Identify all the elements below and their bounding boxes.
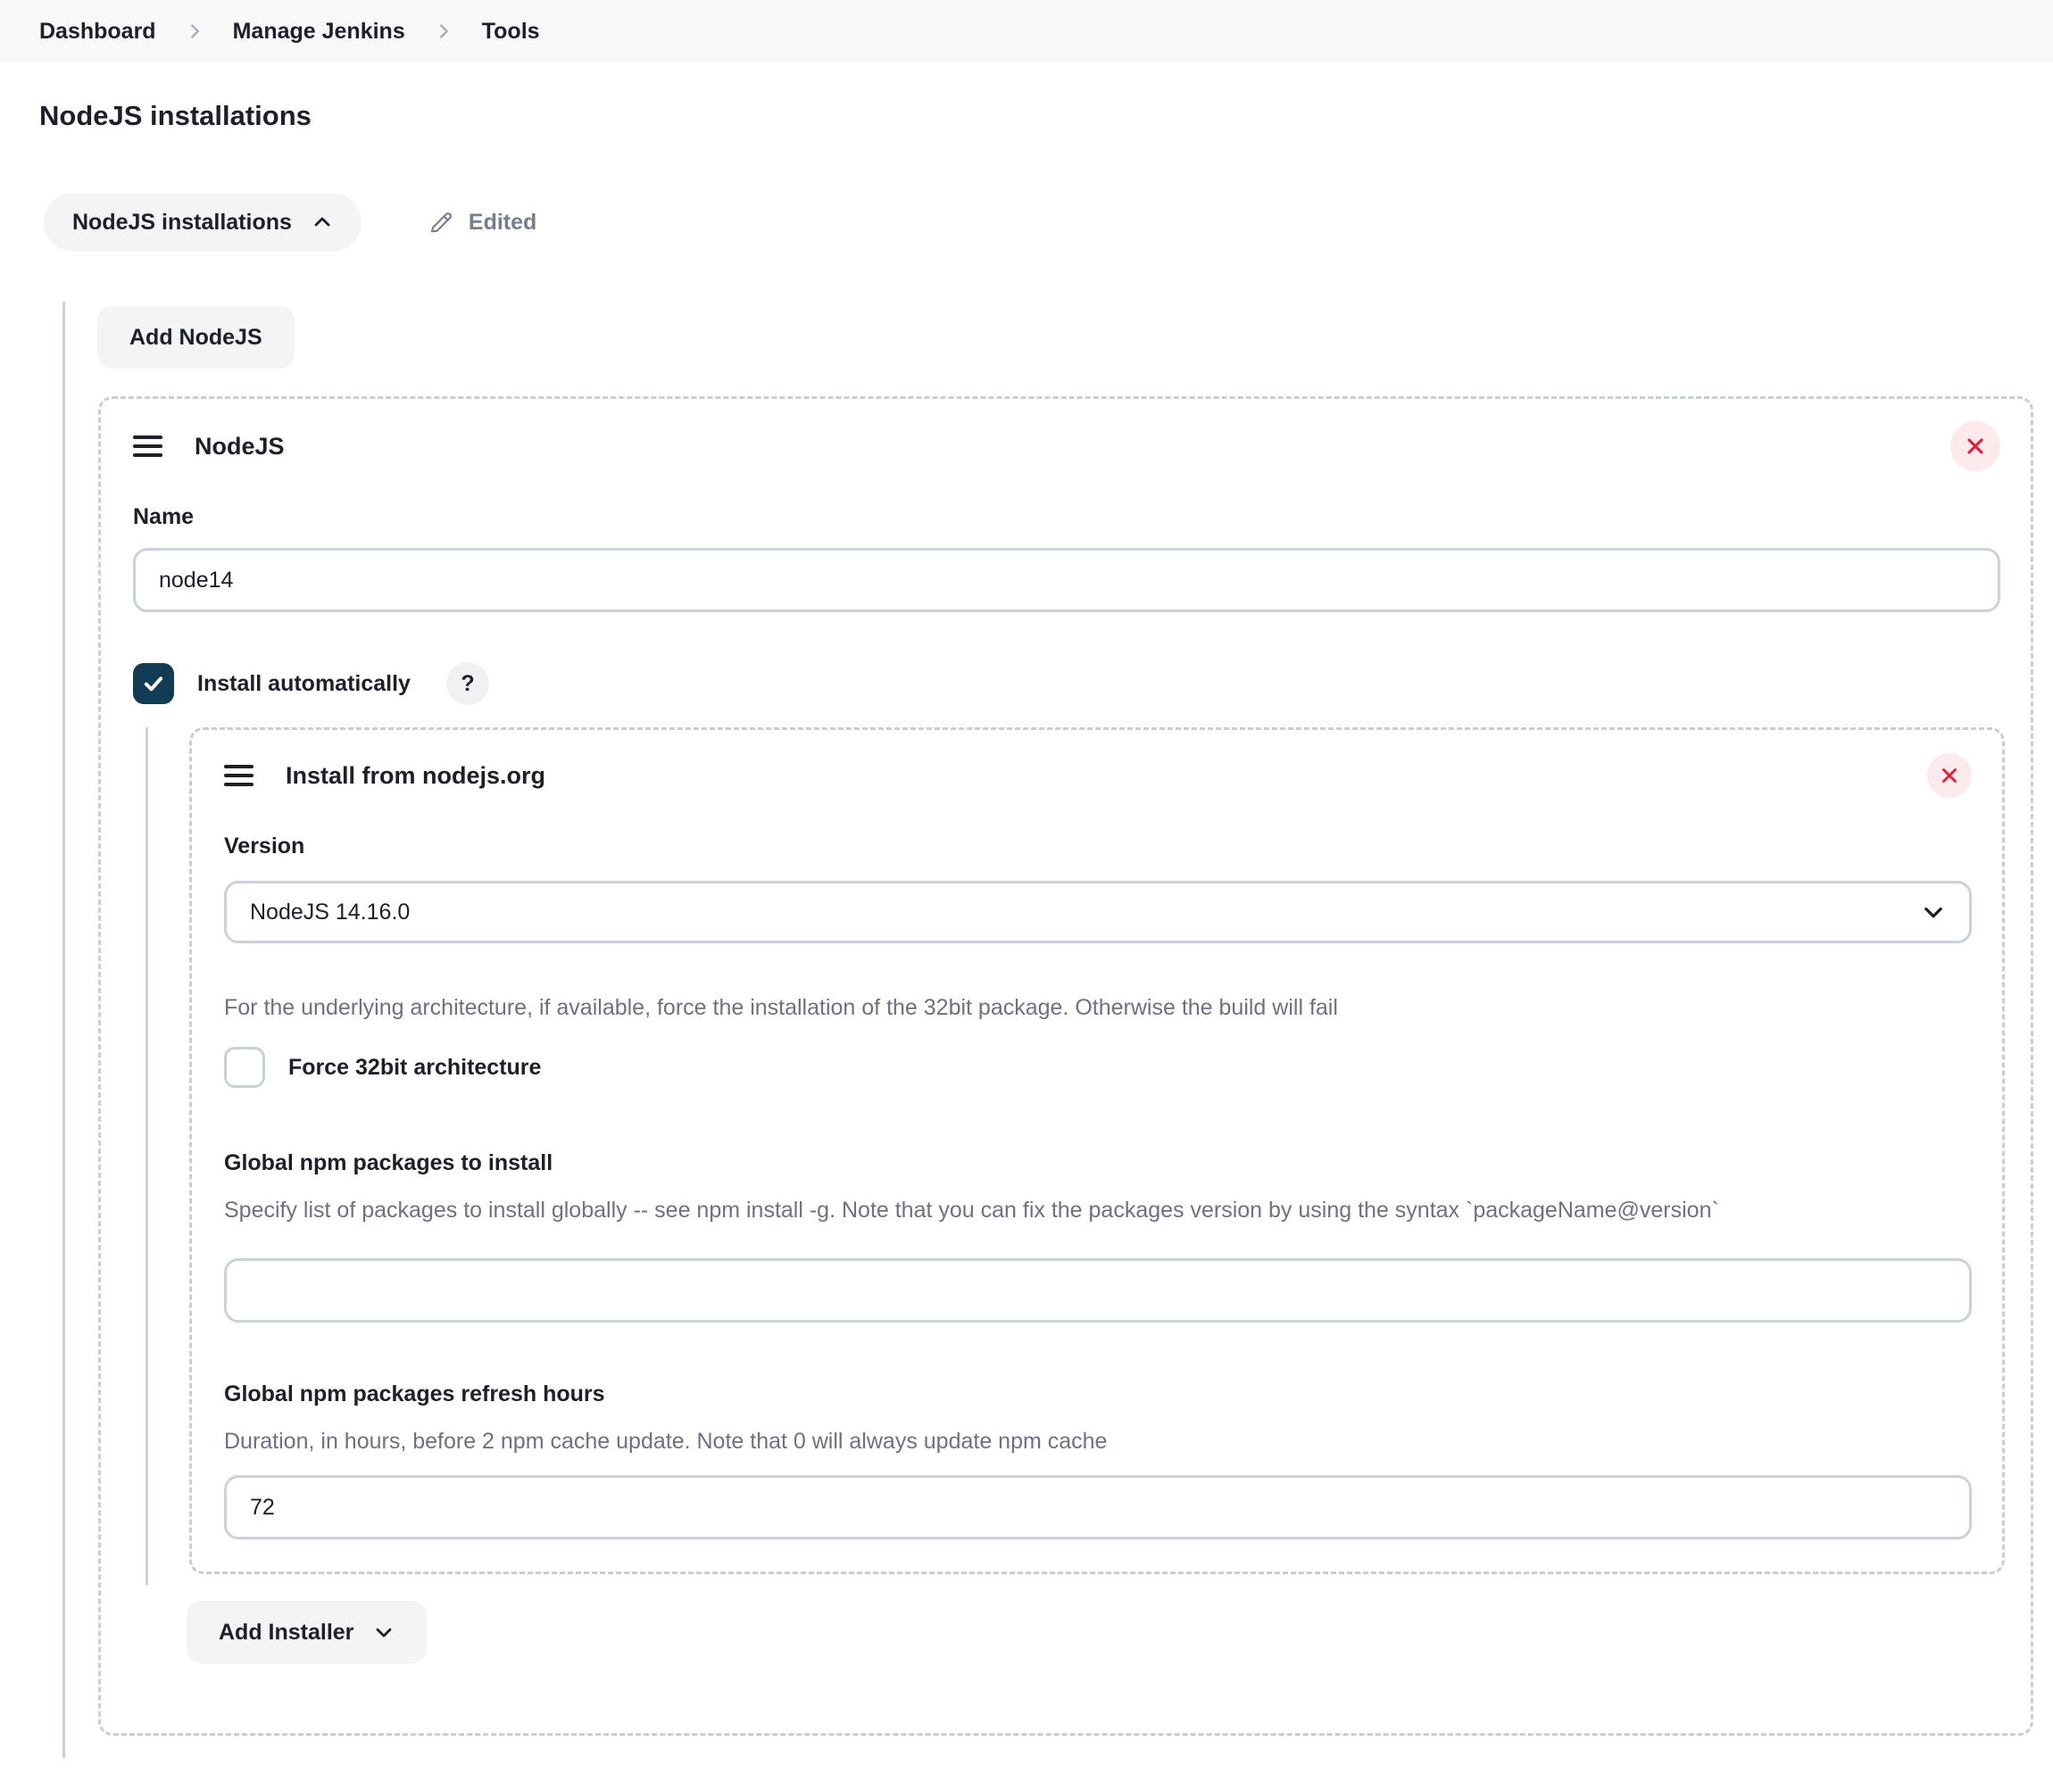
nodejs-installations-toggle-button[interactable]: NodeJS installations [44, 193, 362, 252]
nodejs-card-header: NodeJS [133, 426, 2000, 467]
breadcrumb-item-manage-jenkins[interactable]: Manage Jenkins [233, 19, 405, 45]
edited-label: Edited [469, 210, 536, 236]
refresh-hours-help-text: Duration, in hours, before 2 npm cache u… [224, 1425, 1972, 1457]
install-automatically-row: Install automatically ? [133, 662, 2000, 705]
add-nodejs-button[interactable]: Add NodeJS [97, 306, 295, 369]
installer-card: Install from nodejs.org Version NodeJS 1… [189, 727, 2005, 1574]
install-automatically-checkbox[interactable] [133, 663, 174, 704]
chevron-down-icon [1921, 900, 1946, 925]
force32-row: Force 32bit architecture [224, 1047, 1972, 1088]
chevron-up-icon [312, 212, 333, 233]
close-icon [1963, 434, 1988, 459]
checkmark-icon [140, 670, 167, 697]
nodejs-card-title: NodeJS [195, 433, 285, 460]
section-header: NodeJS installations Edited [44, 193, 2053, 252]
version-label: Version [224, 834, 1972, 859]
breadcrumb: Dashboard Manage Jenkins Tools [0, 0, 2053, 62]
npm-packages-help-text: Specify list of packages to install glob… [224, 1194, 1972, 1226]
pencil-icon [428, 209, 454, 236]
install-automatically-label[interactable]: Install automatically [197, 671, 411, 697]
refresh-hours-label: Global npm packages refresh hours [224, 1381, 1972, 1407]
delete-nodejs-button[interactable] [1950, 421, 2000, 471]
force32-label[interactable]: Force 32bit architecture [288, 1055, 541, 1081]
refresh-hours-input[interactable] [224, 1475, 1972, 1539]
version-select-value: NodeJS 14.16.0 [250, 900, 410, 925]
chevron-right-icon [185, 21, 204, 41]
delete-installer-button[interactable] [1927, 753, 1972, 798]
chevron-down-icon [373, 1622, 395, 1643]
add-installer-button[interactable]: Add Installer [187, 1601, 427, 1663]
drag-handle-icon[interactable] [224, 761, 254, 790]
nodejs-installation-card: NodeJS Name Install automatically ? [98, 396, 2033, 1736]
chevron-right-icon [434, 21, 453, 41]
drag-handle-icon[interactable] [133, 432, 162, 460]
breadcrumb-item-tools[interactable]: Tools [482, 19, 540, 45]
npm-packages-label: Global npm packages to install [224, 1150, 1972, 1176]
force32-checkbox[interactable] [224, 1047, 265, 1088]
installers-tree: Install from nodejs.org Version NodeJS 1… [133, 727, 2000, 1663]
breadcrumb-item-dashboard[interactable]: Dashboard [39, 19, 156, 45]
force32-help-text: For the underlying architecture, if avai… [224, 991, 1972, 1024]
section-toggle-label: NodeJS installations [72, 210, 292, 236]
page-title: NodeJS installations [39, 100, 2053, 132]
version-select[interactable]: NodeJS 14.16.0 [224, 881, 1972, 943]
add-installer-label: Add Installer [219, 1620, 353, 1646]
name-label: Name [133, 504, 2000, 530]
close-icon [1938, 764, 1961, 787]
npm-packages-input[interactable] [224, 1258, 1972, 1323]
add-nodejs-label: Add NodeJS [129, 325, 262, 351]
install-automatically-help-button[interactable]: ? [446, 662, 489, 705]
edited-badge: Edited [428, 209, 536, 236]
installations-tree: Add NodeJS NodeJS Name Install automatic… [0, 302, 2053, 1758]
name-input[interactable] [133, 548, 2000, 612]
installer-card-title: Install from nodejs.org [286, 762, 545, 790]
installer-card-header: Install from nodejs.org [224, 755, 1972, 796]
